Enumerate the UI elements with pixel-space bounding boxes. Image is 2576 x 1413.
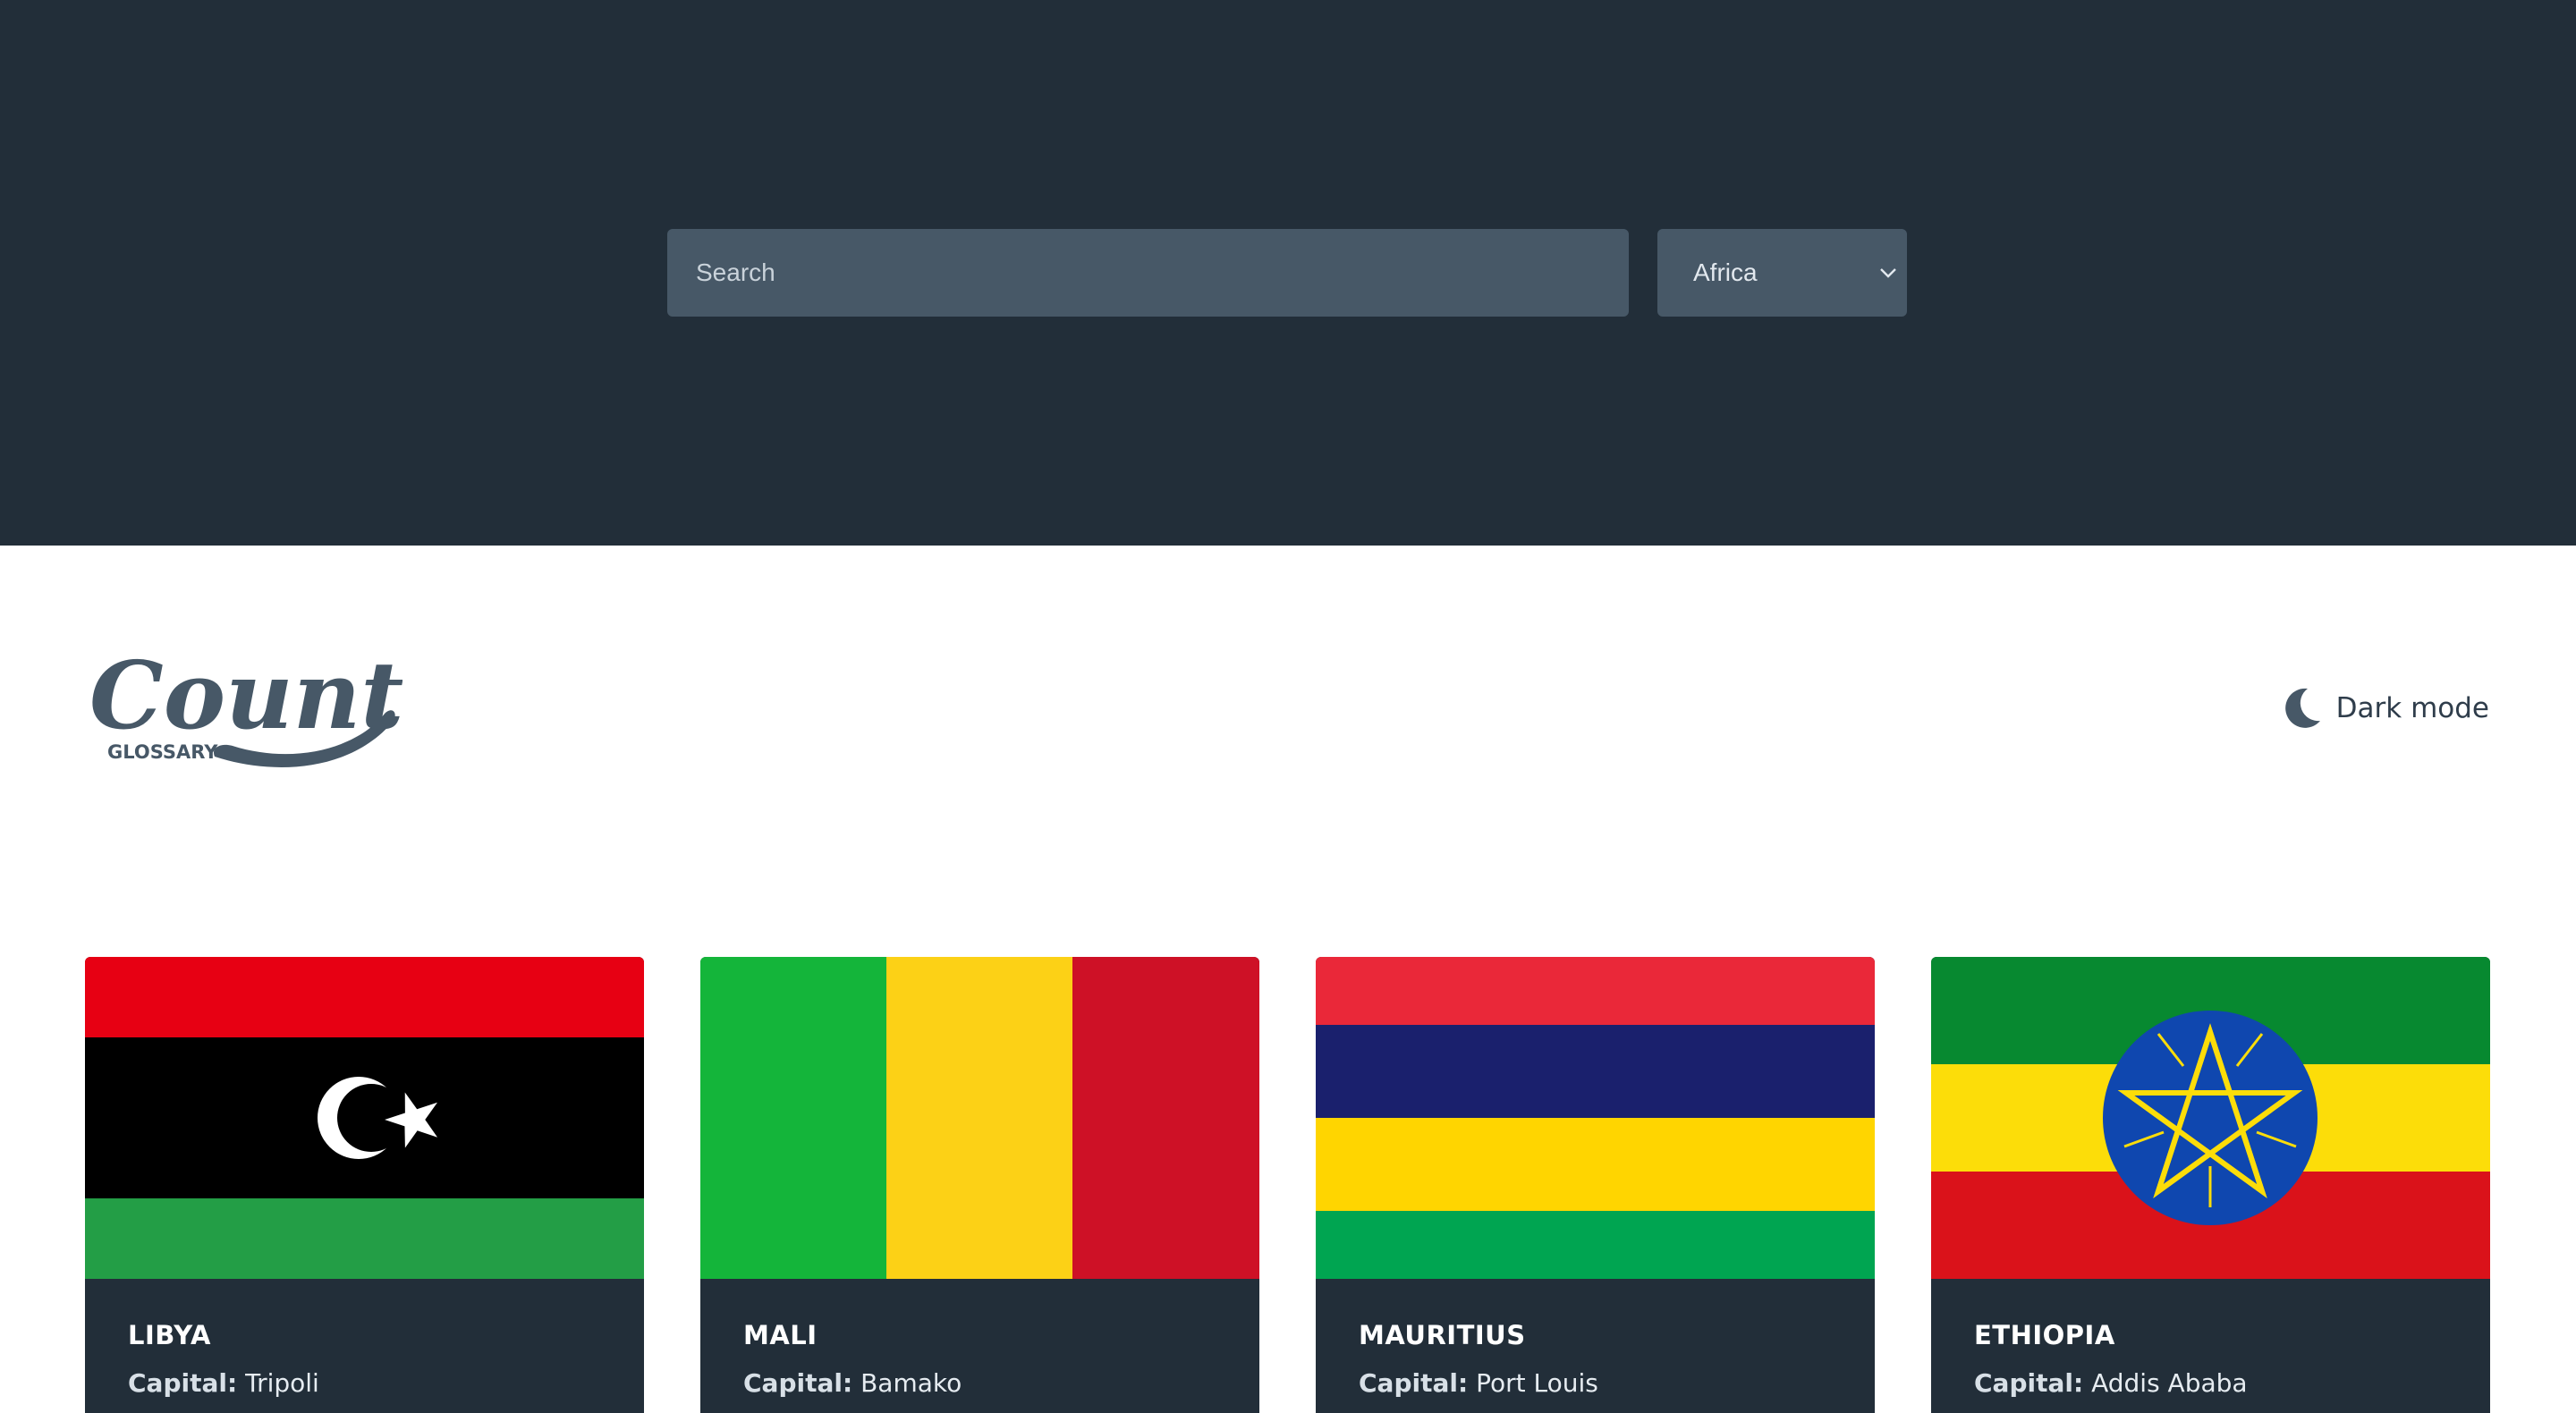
- capital-value: Tripoli: [245, 1368, 319, 1398]
- country-glossary-logo[interactable]: Country GLOSSARY: [89, 631, 402, 774]
- flag-image: [1316, 957, 1875, 1279]
- country-name: MAURITIUS: [1359, 1320, 1526, 1350]
- region-select-value: Africa: [1693, 258, 1758, 286]
- dark-mode-label: Dark mode: [2335, 692, 2489, 724]
- capital-label: Capital:: [1359, 1368, 1469, 1398]
- flag-image: [1931, 957, 2490, 1279]
- country-card[interactable]: ETHIOPIA Capital: Addis Ababa: [1931, 957, 2490, 1413]
- logo-text: Country: [89, 640, 402, 750]
- region-select[interactable]: Africa: [1657, 229, 1907, 317]
- flag-image: [85, 957, 644, 1279]
- capital-value: Addis Ababa: [2091, 1368, 2248, 1398]
- capital-label: Capital:: [128, 1368, 238, 1398]
- country-capital: Capital: Addis Ababa: [1974, 1368, 2490, 1398]
- country-capital: Capital: Port Louis: [1359, 1368, 1875, 1398]
- country-card[interactable]: MAURITIUS Capital: Port Louis: [1316, 957, 1875, 1413]
- moon-icon: [2284, 688, 2320, 728]
- search-input[interactable]: [667, 229, 1629, 317]
- logo-subtext: GLOSSARY: [107, 741, 218, 763]
- top-search-band: Africa: [0, 0, 2576, 546]
- capital-label: Capital:: [1974, 1368, 2084, 1398]
- capital-label: Capital:: [743, 1368, 853, 1398]
- country-card[interactable]: MALI Capital: Bamako: [700, 957, 1259, 1413]
- country-name: MALI: [743, 1320, 818, 1350]
- capital-value: Bamako: [860, 1368, 962, 1398]
- dark-mode-toggle[interactable]: Dark mode: [2277, 683, 2489, 733]
- country-name: LIBYA: [128, 1320, 211, 1350]
- capital-value: Port Louis: [1476, 1368, 1598, 1398]
- flag-image: [700, 957, 1259, 1279]
- chevron-down-icon: [1880, 268, 1896, 278]
- country-card[interactable]: LIBYA Capital: Tripoli: [85, 957, 644, 1413]
- country-name: ETHIOPIA: [1974, 1320, 2115, 1350]
- country-capital: Capital: Bamako: [743, 1368, 1259, 1398]
- country-capital: Capital: Tripoli: [128, 1368, 644, 1398]
